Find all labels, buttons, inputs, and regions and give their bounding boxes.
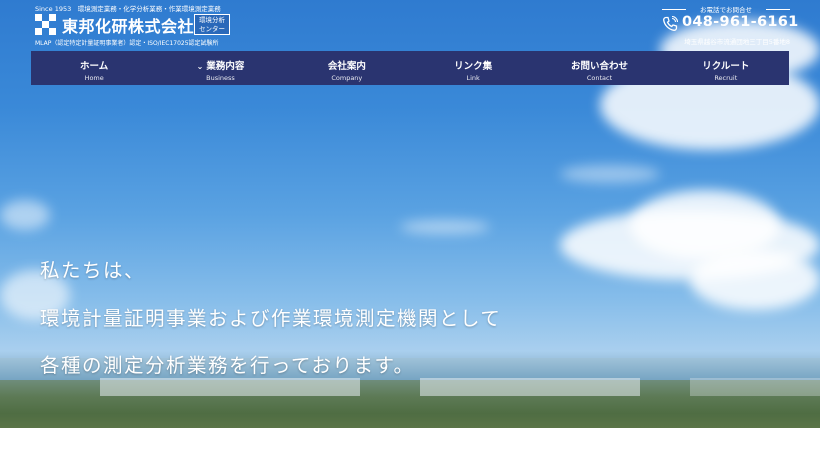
nav-label-text: 業務内容 <box>206 61 245 72</box>
phone-icon <box>662 15 679 32</box>
nav-sublabel: Home <box>84 74 104 82</box>
cloud <box>0 200 50 230</box>
city-area <box>420 378 640 396</box>
main-nav: ホーム Home ⌄ 業務内容 Business 会社案内 Company リンク… <box>31 51 789 85</box>
nav-label: リンク集 <box>454 61 493 72</box>
cloud <box>400 220 490 234</box>
certification-text: MLAP（認定特定計量証明事業者）認定・ISO/IEC17025認定試験所 <box>35 40 219 47</box>
nav-home[interactable]: ホーム Home <box>31 51 157 85</box>
city-area <box>100 378 360 396</box>
nav-business[interactable]: ⌄ 業務内容 Business <box>157 51 283 85</box>
analysis-center-badge: 環境分析 センター <box>194 14 230 35</box>
city-area <box>690 378 820 396</box>
nav-sublabel: Recruit <box>714 74 738 82</box>
nav-recruit[interactable]: リクルート Recruit <box>663 51 789 85</box>
since-line: Since 1953 環境測定業務・化学分析業務・作業環境測定業務 <box>35 5 221 13</box>
nav-sublabel: Business <box>206 74 235 82</box>
checkered-logo-icon[interactable] <box>35 14 57 36</box>
phone-caption: お電話でお問合せ <box>662 4 790 14</box>
nav-label: ⌄ 業務内容 <box>157 58 283 72</box>
badge-line-1: 環境分析 <box>199 16 225 24</box>
nav-label: 会社案内 <box>327 61 366 72</box>
company-name-logo[interactable]: 東邦化研株式会社 <box>62 13 194 37</box>
nav-label: ホーム <box>80 61 109 72</box>
nav-company[interactable]: 会社案内 Company <box>284 51 410 85</box>
nav-sublabel: Company <box>331 74 363 82</box>
nav-link[interactable]: リンク集 Link <box>410 51 536 85</box>
nav-sublabel: Contact <box>586 74 613 82</box>
nav-contact[interactable]: お問い合わせ Contact <box>536 51 662 85</box>
site-header: Since 1953 環境測定業務・化学分析業務・作業環境測定業務 東邦化研株式… <box>0 0 820 50</box>
phone-number: 048-961-6161 <box>682 14 799 30</box>
hero-tagline-line-1: 私たちは、 <box>40 259 146 282</box>
badge-line-2: センター <box>199 25 225 33</box>
phone-link[interactable]: 048-961-6161 <box>662 14 798 34</box>
hero-tagline-line-3: 各種の測定分析業務を行っております。 <box>40 354 415 377</box>
nav-label: お問い合わせ <box>570 61 628 72</box>
nav-sublabel: Link <box>466 74 480 82</box>
hero-tagline-line-2: 環境計量証明事業および作業環境測定機関として <box>40 307 502 330</box>
address-text: 埼玉県越谷市流通団地三丁目5番地8 <box>684 38 790 46</box>
cloud <box>690 250 820 310</box>
cloud <box>560 165 660 183</box>
nav-label: リクルート <box>702 61 750 72</box>
chevron-down-icon: ⌄ <box>196 62 204 71</box>
